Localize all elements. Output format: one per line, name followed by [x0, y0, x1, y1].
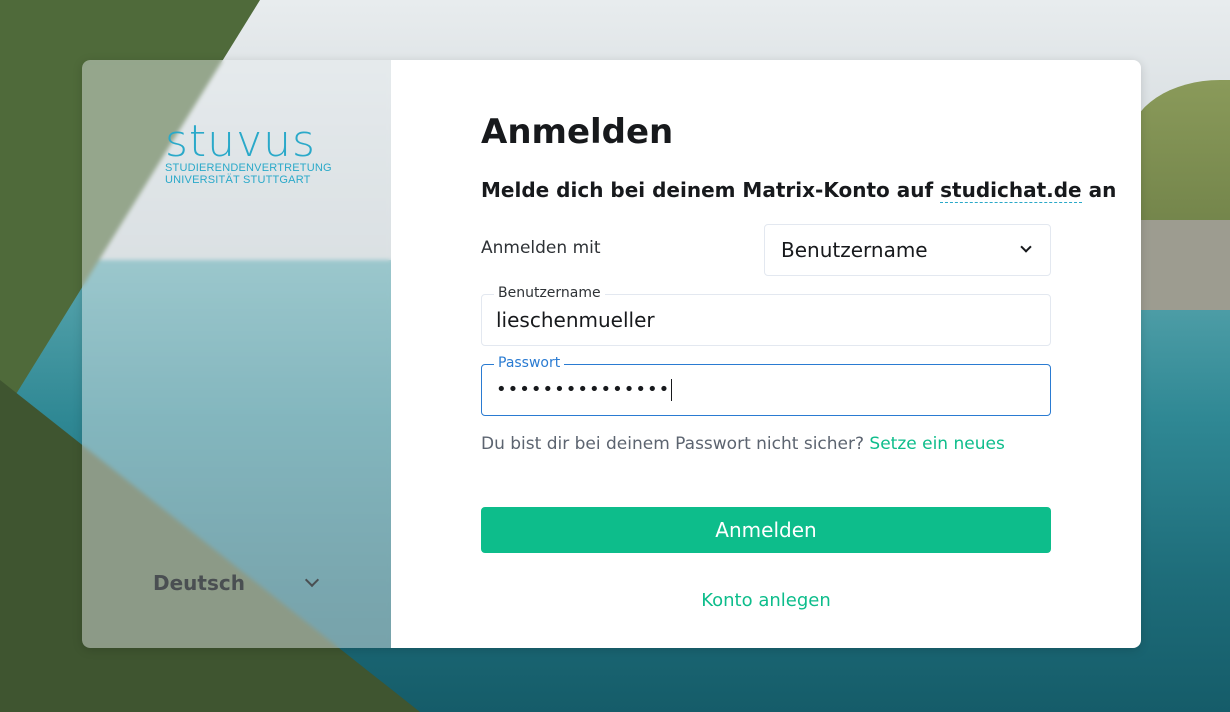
reset-password-link[interactable]: Setze ein neues: [869, 434, 1004, 454]
login-with-label: Anmelden mit: [481, 238, 601, 258]
username-label: Benutzername: [494, 285, 605, 301]
password-dots: •••••••••••••••: [496, 379, 671, 400]
chevron-down-icon: [1020, 241, 1032, 253]
subtitle-prefix: Melde dich bei deinem Matrix-Konto auf: [481, 178, 941, 202]
language-dropdown[interactable]: Deutsch: [153, 568, 321, 598]
subtitle-suffix: an: [1081, 178, 1117, 202]
text-cursor: [671, 379, 673, 401]
language-label: Deutsch: [153, 571, 245, 595]
forgot-password-text: Du bist dir bei deinem Passwort nicht si…: [481, 434, 870, 454]
login-button[interactable]: Anmelden: [481, 507, 1051, 553]
stuvus-logo: stuvus STUDIERENDENVERTRETUNG UNIVERSITÄ…: [165, 116, 332, 187]
username-field[interactable]: Benutzername lieschenmueller: [481, 285, 1051, 346]
page-title: Anmelden: [481, 112, 674, 152]
logo-subtitle-1: STUDIERENDENVERTRETUNG: [165, 162, 332, 174]
login-subtitle: Melde dich bei deinem Matrix-Konto auf s…: [481, 178, 1117, 203]
create-account-link[interactable]: Konto anlegen: [481, 590, 1051, 611]
login-card: stuvus STUDIERENDENVERTRETUNG UNIVERSITÄ…: [82, 60, 1141, 648]
login-method-value: Benutzername: [781, 238, 928, 262]
branding-panel: stuvus STUDIERENDENVERTRETUNG UNIVERSITÄ…: [82, 60, 391, 648]
logo-word: stuvus: [165, 116, 316, 167]
chevron-down-icon: [304, 572, 320, 588]
password-field[interactable]: Passwort •••••••••••••••: [481, 355, 1051, 416]
password-value: •••••••••••••••: [496, 379, 673, 401]
forgot-password-hint: Du bist dir bei deinem Passwort nicht si…: [481, 434, 1005, 454]
server-name-link[interactable]: studichat.de: [940, 178, 1082, 203]
login-method-select[interactable]: Benutzername: [764, 224, 1051, 276]
login-form: Anmelden Melde dich bei deinem Matrix-Ko…: [391, 60, 1141, 648]
password-label: Passwort: [494, 355, 565, 371]
username-value: lieschenmueller: [496, 308, 655, 332]
logo-subtitle-2: UNIVERSITÄT STUTTGART: [165, 174, 311, 186]
